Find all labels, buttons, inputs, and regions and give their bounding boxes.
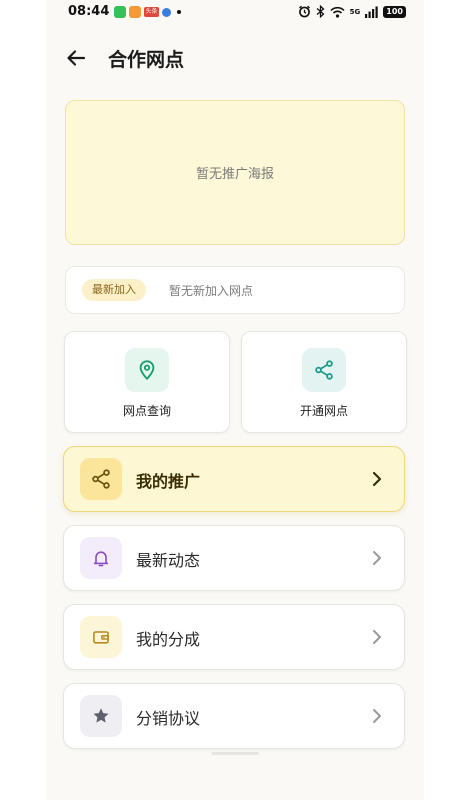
news-app-icon: 头条 <box>144 7 159 17</box>
menu-item-label: 分销协议 <box>136 709 201 728</box>
tile-open-outlet[interactable]: 开通网点 <box>241 331 407 433</box>
chevron-right-icon <box>373 709 381 723</box>
signal-icon <box>365 6 378 18</box>
status-bar: 08:44 头条 5G 100 <box>46 0 424 26</box>
menu-item-my-commission[interactable]: 我的分成 <box>63 604 405 670</box>
location-pin-icon <box>125 348 169 392</box>
battery-icon: 100 <box>383 5 406 18</box>
chevron-right-icon <box>372 471 382 487</box>
menu-item-my-promotion[interactable]: 我的推广 <box>63 446 405 512</box>
share-icon <box>80 458 122 500</box>
status-time: 08:44 <box>68 4 110 19</box>
more-notifications-dot <box>177 10 181 14</box>
promo-poster: 暂无推广海报 <box>65 100 405 245</box>
chevron-right-icon <box>373 630 381 644</box>
wallet-icon <box>80 616 122 658</box>
network-type: 5G <box>349 7 361 16</box>
newest-joined-bar: 最新加入 暂无新加入网点 <box>65 266 405 314</box>
menu-item-label: 最新动态 <box>136 551 201 570</box>
chevron-right-icon <box>373 551 381 565</box>
poster-empty-text: 暂无推广海报 <box>195 167 274 182</box>
newest-joined-text: 暂无新加入网点 <box>169 284 254 298</box>
share-icon <box>302 348 346 392</box>
menu-item-label: 我的推广 <box>136 472 201 491</box>
wifi-icon <box>330 6 345 18</box>
alarm-icon <box>298 5 310 18</box>
home-indicator[interactable] <box>211 752 259 755</box>
tile-label: 开通网点 <box>299 404 348 418</box>
tile-outlet-search[interactable]: 网点查询 <box>64 331 230 433</box>
bell-icon <box>80 537 122 579</box>
notification-icons: 头条 <box>114 6 181 18</box>
app-notification-icon <box>129 6 141 18</box>
menu-item-latest-news[interactable]: 最新动态 <box>63 525 405 591</box>
browser-app-icon <box>162 7 171 17</box>
arrow-left-icon[interactable] <box>64 46 88 70</box>
page-title: 合作网点 <box>108 49 185 71</box>
app-screen: 08:44 头条 5G 100 合作网点 暂无推广海报 最新加入 暂无新加入网点… <box>46 0 424 800</box>
star-icon <box>80 695 122 737</box>
menu-item-label: 我的分成 <box>136 630 201 649</box>
wechat-icon <box>114 6 126 18</box>
tile-label: 网点查询 <box>122 404 171 418</box>
nav-bar: 合作网点 <box>46 36 424 80</box>
newest-joined-badge: 最新加入 <box>82 279 146 301</box>
menu-item-distribution-agreement[interactable]: 分销协议 <box>63 683 405 749</box>
bluetooth-icon <box>316 5 325 18</box>
status-indicators: 5G 100 <box>298 5 406 18</box>
